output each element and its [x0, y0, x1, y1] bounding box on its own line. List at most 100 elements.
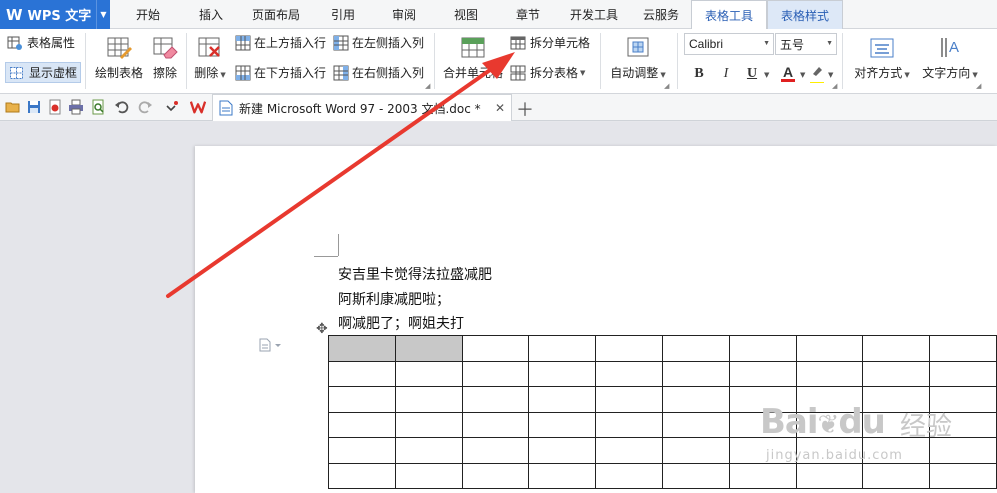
tab-references[interactable]: 引用 [317, 0, 369, 29]
tab-developer[interactable]: 开发工具 [562, 0, 626, 29]
table-cell[interactable] [595, 462, 663, 489]
table-cell[interactable] [328, 360, 396, 387]
table-cell[interactable] [394, 462, 463, 489]
table-cell[interactable] [528, 437, 597, 464]
table-cell[interactable] [595, 360, 663, 387]
customize-toolbar-icon[interactable] [164, 99, 180, 115]
document-paragraph[interactable]: 阿斯利康减肥啦； [338, 289, 450, 309]
font-launcher-icon[interactable]: ◢ [832, 82, 837, 90]
wps-logo-icon[interactable] [190, 99, 206, 115]
table-cell[interactable] [461, 386, 530, 413]
undo-icon[interactable] [114, 99, 130, 115]
tab-table-tools[interactable]: 表格工具 [691, 0, 767, 30]
table-cell[interactable] [595, 386, 663, 413]
insert-col-left-button[interactable]: 在左侧插入列 [333, 34, 424, 51]
font-size-select[interactable]: 五号 ▼ [775, 33, 837, 55]
tab-home[interactable]: 开始 [122, 0, 174, 29]
save-icon[interactable] [26, 99, 42, 115]
table-cell[interactable] [862, 335, 931, 362]
table-cell[interactable] [328, 437, 396, 464]
print-icon[interactable] [68, 99, 84, 115]
auto-fit-button[interactable]: 自动调整 ▼ [607, 35, 669, 81]
table-cell[interactable] [661, 437, 730, 464]
export-pdf-icon[interactable] [47, 99, 63, 115]
table-cell[interactable] [595, 335, 663, 362]
document-paragraph[interactable]: 啊减肥了；啊姐夫打 [338, 313, 464, 333]
tab-section[interactable]: 章节 [502, 0, 554, 29]
app-menu-dropdown[interactable]: ▼ [96, 0, 110, 29]
erase-button[interactable]: 擦除 [150, 35, 180, 81]
table-move-handle-icon[interactable]: ✥ [316, 321, 328, 337]
delete-button[interactable]: 删除 ▼ [190, 35, 230, 81]
font-color-button[interactable]: A [779, 65, 797, 83]
highlight-button[interactable] [808, 65, 826, 83]
document-paragraph[interactable]: 安吉里卡觉得法拉盛减肥 [338, 264, 492, 284]
table-cell[interactable] [328, 411, 396, 438]
table-cell[interactable] [461, 335, 530, 362]
tab-insert[interactable]: 插入 [185, 0, 237, 29]
close-tab-icon[interactable]: ✕ [495, 101, 505, 115]
table-cell[interactable] [795, 335, 864, 362]
font-color-dropdown-icon[interactable]: ▼ [800, 71, 805, 79]
highlight-dropdown-icon[interactable]: ▼ [828, 71, 833, 79]
insert-row-below-button[interactable]: 在下方插入行 [235, 64, 326, 81]
tab-view[interactable]: 视图 [440, 0, 492, 29]
table-cell[interactable] [661, 462, 730, 489]
paragraph-layout-icon[interactable] [258, 338, 282, 355]
table-cell[interactable] [328, 462, 396, 489]
show-gridlines-button[interactable]: 显示虚框 [5, 62, 82, 83]
table-cell[interactable] [661, 360, 730, 387]
open-folder-icon[interactable] [5, 99, 21, 115]
table-cell[interactable] [661, 335, 730, 362]
split-cells-button[interactable]: 拆分单元格 [510, 34, 590, 51]
table-cell[interactable] [328, 386, 396, 413]
redo-icon[interactable] [137, 99, 153, 115]
table-cell[interactable] [394, 386, 463, 413]
table-cell[interactable] [461, 411, 530, 438]
table-cell[interactable] [394, 360, 463, 387]
table-cell[interactable] [461, 462, 530, 489]
table-cell[interactable] [528, 411, 597, 438]
table-cell[interactable] [394, 411, 463, 438]
merge-cells-button[interactable]: 合并单元格 [440, 35, 506, 81]
rows-columns-launcher-icon[interactable]: ◢ [425, 82, 430, 90]
table-cell[interactable] [728, 335, 797, 362]
align-launcher-icon[interactable]: ◢ [976, 82, 981, 90]
table-cell[interactable] [461, 360, 530, 387]
table-cell[interactable] [394, 437, 463, 464]
auto-fit-launcher-icon[interactable]: ◢ [664, 82, 669, 90]
text-direction-button[interactable]: A 文字方向 ▼ [918, 35, 982, 81]
insert-row-above-button[interactable]: 在上方插入行 [235, 34, 326, 51]
font-name-select[interactable]: Calibri ▼ [684, 33, 774, 55]
table-cell[interactable] [661, 411, 730, 438]
table-cell[interactable] [595, 437, 663, 464]
underline-dropdown-icon[interactable]: ▼ [764, 71, 769, 79]
table-properties-button[interactable]: 表格属性 [7, 34, 75, 51]
table-cell-selected[interactable] [328, 335, 396, 362]
align-button[interactable]: 对齐方式 ▼ [850, 35, 914, 81]
new-tab-icon[interactable]: ＋ [516, 96, 534, 122]
app-menu-button[interactable]: W WPS 文字 ▼ [0, 0, 110, 29]
bold-button[interactable]: B [690, 65, 708, 83]
tab-table-style[interactable]: 表格样式 [767, 0, 843, 29]
table-cell[interactable] [528, 462, 597, 489]
table-cell[interactable] [461, 437, 530, 464]
table-cell[interactable] [929, 335, 997, 362]
draw-table-button[interactable]: 绘制表格 [94, 35, 144, 81]
tab-cloud-service[interactable]: 云服务 [632, 0, 690, 29]
split-table-button[interactable]: 拆分表格 ▼ [510, 64, 585, 81]
table-cell[interactable] [528, 335, 597, 362]
insert-col-right-button[interactable]: 在右侧插入列 [333, 64, 424, 81]
tab-review[interactable]: 审阅 [378, 0, 430, 29]
table-cell[interactable] [528, 360, 597, 387]
table-cell-selected[interactable] [394, 335, 463, 362]
table-cell[interactable] [595, 411, 663, 438]
document-tab[interactable]: 新建 Microsoft Word 97 - 2003 文档.doc * ✕ [212, 94, 512, 121]
table-cell[interactable] [661, 386, 730, 413]
table-cell[interactable] [528, 386, 597, 413]
auto-fit-text: 自动调整 [610, 66, 659, 80]
italic-button[interactable]: I [717, 65, 735, 83]
print-preview-icon[interactable] [90, 99, 106, 115]
tab-page-layout[interactable]: 页面布局 [245, 0, 307, 29]
underline-button[interactable]: U [743, 65, 761, 83]
